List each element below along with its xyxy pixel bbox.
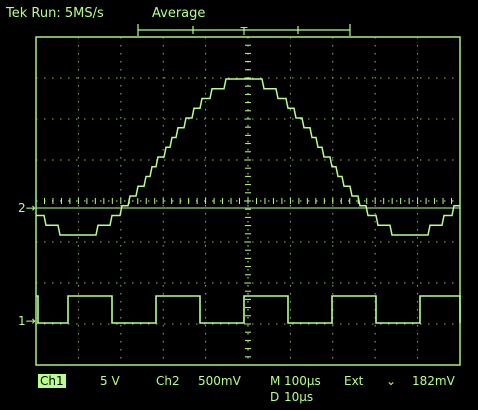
ch2-ground-marker: 2→ xyxy=(18,201,36,215)
main-timebase-label: M xyxy=(270,374,281,388)
ch1-label[interactable]: Ch1 xyxy=(38,374,66,388)
delayed-timebase-label: D xyxy=(270,390,280,404)
ch2-label[interactable]: Ch2 xyxy=(156,374,180,388)
trigger-position-marker: T xyxy=(240,25,248,38)
ch2-scale: 500mV xyxy=(198,374,241,388)
ch1-scale: 5 V xyxy=(100,374,120,388)
waveform-display: T xyxy=(35,24,461,366)
trigger-slope-icon: ⌄ xyxy=(386,374,397,388)
ch1-ground-marker: 1→ xyxy=(18,314,36,328)
oscilloscope-screen: Tek Run: 5MS/s Average T 2→ 1→ Ch1 5 V C… xyxy=(0,0,478,410)
graticule-center-axes xyxy=(35,36,461,366)
trigger-source: Ext xyxy=(344,374,364,388)
delayed-timebase-value: 10µs xyxy=(284,390,314,404)
trigger-level: 182mV xyxy=(412,374,455,388)
main-timebase-value: 100µs xyxy=(284,374,321,388)
